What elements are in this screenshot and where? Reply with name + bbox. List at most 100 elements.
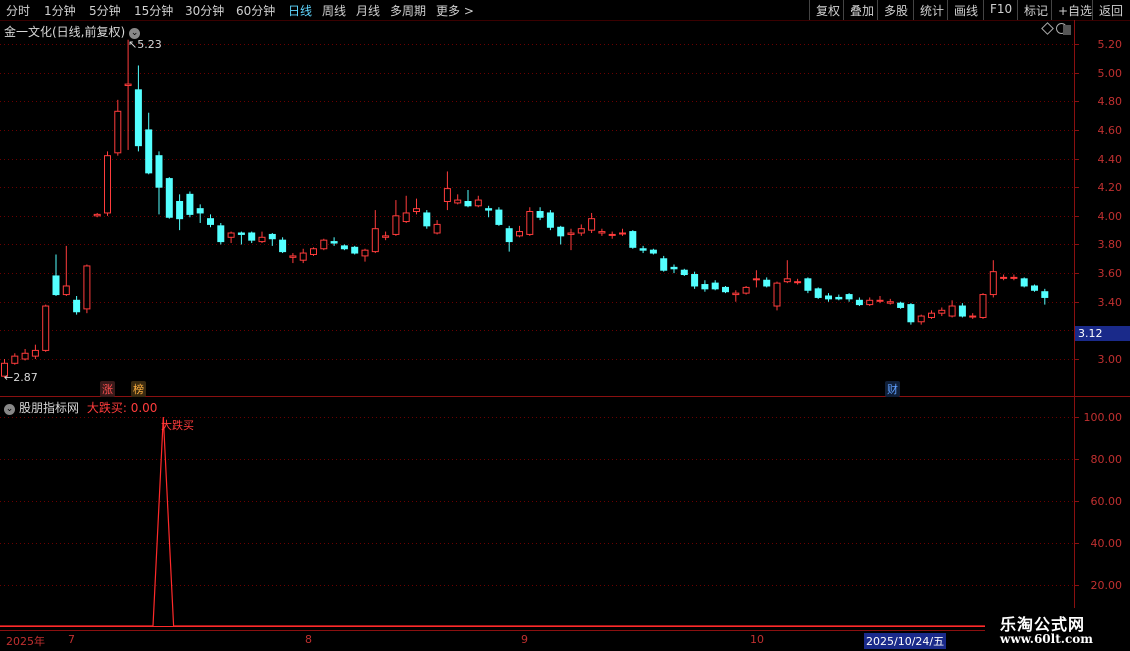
candle [1020, 277, 1028, 288]
date-label-oct: 10 [750, 633, 764, 646]
candle [855, 297, 863, 307]
candle [783, 260, 791, 284]
candle [979, 293, 987, 319]
candle [546, 210, 554, 231]
candle [371, 210, 379, 254]
candle [732, 290, 740, 302]
candle [227, 231, 235, 244]
candle [1031, 284, 1038, 292]
candle [897, 301, 905, 309]
billboard-marker[interactable]: 榜 [131, 381, 146, 397]
low-price-value: 2.87 [13, 371, 38, 384]
candle [382, 231, 390, 241]
price-axis-label: 5.20 [1097, 37, 1123, 51]
candle [423, 210, 431, 229]
candle [289, 253, 297, 264]
indicator-peak-label: 大跌买 [161, 419, 194, 432]
candle [124, 39, 132, 150]
candle [649, 248, 657, 255]
candle [711, 280, 719, 291]
candle [907, 303, 915, 325]
candle [629, 230, 637, 249]
candle [21, 348, 29, 361]
date-label-year: 2025年 [6, 635, 45, 648]
candle [495, 207, 503, 226]
candle [176, 194, 184, 231]
candle [268, 233, 276, 246]
candle [701, 280, 709, 292]
candle [567, 228, 575, 251]
candle [505, 225, 513, 252]
candle [619, 228, 626, 236]
candle [938, 307, 946, 317]
candle [752, 270, 760, 288]
candle [52, 254, 60, 296]
candle [1041, 288, 1049, 305]
candle [886, 298, 894, 305]
limit-up-marker[interactable]: 涨 [100, 381, 115, 397]
candle [557, 225, 565, 245]
candle [145, 112, 153, 175]
candle [413, 198, 420, 215]
candle [814, 287, 822, 299]
candle [11, 353, 19, 365]
indicator-axis-label: 40.00 [1090, 536, 1123, 550]
candle [485, 205, 493, 218]
candle [165, 177, 173, 219]
candle [340, 244, 348, 251]
candle [248, 231, 256, 244]
candle [639, 245, 647, 254]
price-axis-label: 3.80 [1097, 237, 1123, 251]
candle [660, 255, 668, 272]
indicator-axis-label: 100.00 [1083, 410, 1123, 424]
candle [876, 296, 884, 304]
candle [320, 238, 328, 251]
candle [62, 245, 70, 296]
candle [866, 297, 874, 307]
candle [83, 264, 91, 314]
candle [114, 99, 122, 156]
candle [299, 248, 307, 264]
cursor-date-label: 2025/10/24/五 [864, 633, 947, 649]
indicator-axis-label: 20.00 [1090, 578, 1123, 592]
candle [73, 296, 81, 315]
candle [680, 268, 688, 276]
candle [773, 281, 781, 311]
candle [526, 207, 534, 236]
price-axis-label: 4.40 [1097, 152, 1123, 166]
price-axis-label: 4.60 [1097, 123, 1123, 137]
date-label-aug: 8 [305, 633, 312, 646]
candle [258, 231, 266, 244]
candle [402, 195, 410, 223]
current-price-tag: 3.12 [1075, 326, 1130, 341]
candle [969, 313, 977, 319]
candle [1010, 274, 1018, 281]
indicator-line [0, 416, 1074, 627]
candle [443, 171, 451, 211]
candle [351, 245, 359, 255]
finance-marker[interactable]: 财 [885, 381, 900, 397]
candle [825, 293, 832, 302]
candle [433, 220, 441, 235]
price-axis-label: 3.40 [1097, 295, 1123, 309]
candle [577, 224, 585, 236]
candle [948, 300, 956, 318]
candle [42, 304, 50, 352]
candlestick-chart[interactable] [0, 0, 1130, 398]
candle [536, 207, 544, 221]
price-axis-label: 4.20 [1097, 180, 1123, 194]
candle [310, 247, 317, 256]
candle [279, 237, 287, 254]
candle [31, 344, 39, 359]
candle [917, 314, 925, 325]
indicator-axis-label: 60.00 [1090, 494, 1123, 508]
candle [835, 294, 843, 301]
candle [598, 228, 606, 236]
candle [464, 190, 472, 208]
candle [804, 277, 812, 294]
price-axis-label: 5.00 [1097, 66, 1123, 80]
candle [186, 191, 194, 218]
candle [134, 65, 142, 152]
candle [588, 212, 596, 233]
candle [516, 225, 523, 238]
